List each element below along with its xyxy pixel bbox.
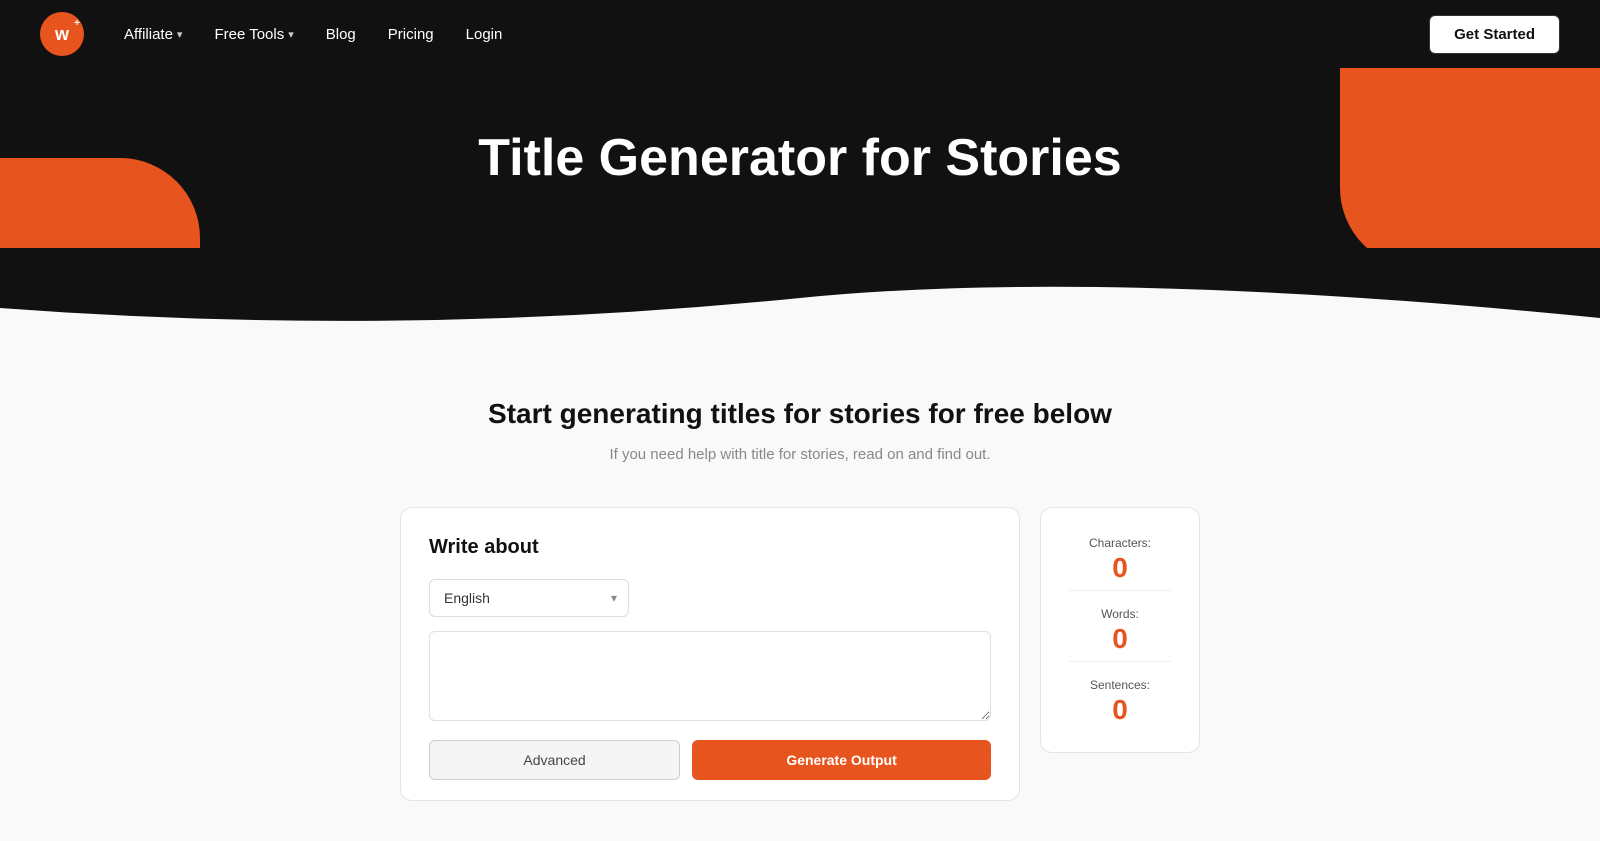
logo[interactable]: w+ bbox=[40, 12, 84, 56]
logo-text: w bbox=[55, 24, 69, 45]
hero-section: Title Generator for Stories bbox=[0, 68, 1600, 338]
content-section: Start generating titles for stories for … bbox=[0, 338, 1600, 841]
card-title: Write about bbox=[429, 536, 991, 559]
hero-wave bbox=[0, 248, 1600, 338]
logo-sup: + bbox=[74, 18, 80, 29]
language-select-wrapper: English Spanish French German Portuguese… bbox=[429, 579, 629, 617]
section-subtitle: If you need help with title for stories,… bbox=[20, 446, 1580, 463]
characters-value: 0 bbox=[1069, 554, 1171, 582]
write-about-textarea[interactable] bbox=[429, 631, 991, 721]
language-select[interactable]: English Spanish French German Portuguese bbox=[429, 579, 629, 617]
get-started-button[interactable]: Get Started bbox=[1429, 15, 1560, 54]
stats-card: Characters: 0 Words: 0 Sentences: 0 bbox=[1040, 507, 1200, 753]
nav-link-blog[interactable]: Blog bbox=[326, 26, 356, 43]
chevron-down-icon: ▾ bbox=[288, 28, 294, 41]
advanced-button[interactable]: Advanced bbox=[429, 740, 680, 780]
sentences-value: 0 bbox=[1069, 696, 1171, 724]
navbar: w+ Affiliate ▾ Free Tools ▾ Blog Pricing… bbox=[0, 0, 1600, 68]
generate-output-button[interactable]: Generate Output bbox=[692, 740, 991, 780]
card-actions: Advanced Generate Output bbox=[429, 740, 991, 780]
words-label: Words: bbox=[1069, 607, 1171, 621]
nav-link-login[interactable]: Login bbox=[466, 26, 503, 43]
chevron-down-icon: ▾ bbox=[177, 28, 183, 41]
words-value: 0 bbox=[1069, 625, 1171, 653]
nav-links: Affiliate ▾ Free Tools ▾ Blog Pricing Lo… bbox=[124, 26, 1429, 43]
words-stat: Words: 0 bbox=[1069, 599, 1171, 662]
sentences-label: Sentences: bbox=[1069, 678, 1171, 692]
nav-link-free-tools[interactable]: Free Tools ▾ bbox=[214, 26, 293, 43]
sentences-stat: Sentences: 0 bbox=[1069, 670, 1171, 732]
characters-stat: Characters: 0 bbox=[1069, 528, 1171, 591]
main-card: Write about English Spanish French Germa… bbox=[400, 507, 1020, 801]
form-section: Write about English Spanish French Germa… bbox=[200, 507, 1400, 801]
nav-link-affiliate[interactable]: Affiliate ▾ bbox=[124, 26, 182, 43]
nav-link-pricing[interactable]: Pricing bbox=[388, 26, 434, 43]
hero-title: Title Generator for Stories bbox=[0, 128, 1600, 248]
characters-label: Characters: bbox=[1069, 536, 1171, 550]
section-heading: Start generating titles for stories for … bbox=[20, 398, 1580, 430]
